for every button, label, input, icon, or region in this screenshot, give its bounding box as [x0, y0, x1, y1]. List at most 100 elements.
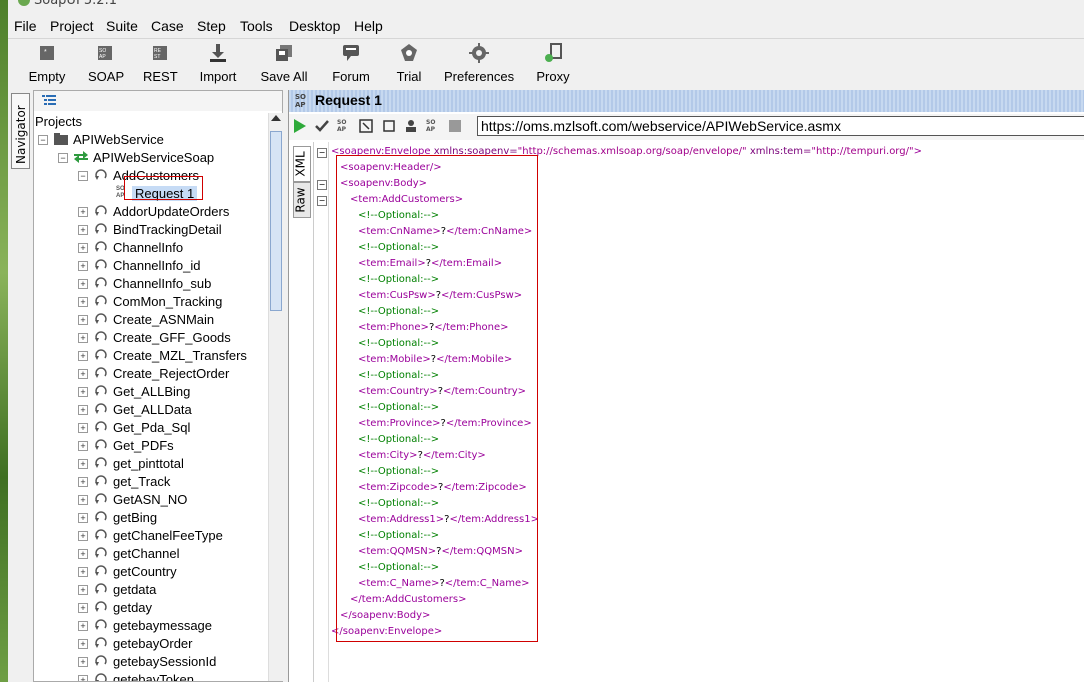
- menu-suite[interactable]: Suite: [106, 18, 138, 34]
- navigator-scrollbar[interactable]: [268, 113, 283, 681]
- expand-toggle[interactable]: +: [78, 387, 88, 397]
- collapse-all-icon[interactable]: [42, 95, 56, 105]
- operation-icon: [95, 259, 107, 270]
- rest-icon: REST: [153, 46, 167, 60]
- menu-file[interactable]: File: [14, 18, 37, 34]
- expand-toggle[interactable]: +: [78, 405, 88, 415]
- scroll-up-arrow[interactable]: [271, 115, 281, 121]
- expand-toggle[interactable]: +: [78, 585, 88, 595]
- operation-icon: [95, 511, 107, 522]
- forum-button[interactable]: Forum: [330, 39, 372, 87]
- expand-toggle[interactable]: +: [78, 513, 88, 523]
- scroll-thumb[interactable]: [270, 131, 282, 311]
- expand-toggle[interactable]: +: [78, 567, 88, 577]
- import-button[interactable]: Import: [196, 39, 240, 87]
- expand-toggle[interactable]: +: [78, 243, 88, 253]
- fold-toggle[interactable]: −: [317, 148, 327, 158]
- menu-step[interactable]: Step: [197, 18, 226, 34]
- expand-toggle[interactable]: +: [78, 621, 88, 631]
- expand-toggle[interactable]: +: [78, 261, 88, 271]
- gear-icon: [469, 43, 489, 63]
- operation-label: ChannelInfo_id: [113, 258, 201, 273]
- expand-toggle[interactable]: +: [78, 477, 88, 487]
- wsdl-icon[interactable]: SO AP: [426, 119, 440, 133]
- validate-icon[interactable]: [315, 119, 329, 133]
- endpoint-url-field[interactable]: https://oms.mzlsoft.com/webservice/APIWe…: [477, 116, 1084, 136]
- forum-label: Forum: [332, 69, 370, 84]
- svg-text:*: *: [44, 49, 47, 56]
- save-all-button[interactable]: Save All: [259, 39, 309, 87]
- highlight-xml-box: [336, 155, 538, 642]
- soap-action-icon[interactable]: SO AP: [337, 119, 351, 133]
- operation-label: Create_RejectOrder: [113, 366, 230, 381]
- tab-raw-label: Raw: [293, 187, 308, 213]
- expand-toggle[interactable]: +: [78, 423, 88, 433]
- format-icon[interactable]: [359, 119, 373, 133]
- proxy-button[interactable]: Proxy: [535, 39, 571, 87]
- expand-toggle[interactable]: +: [78, 531, 88, 541]
- expand-toggle[interactable]: +: [78, 549, 88, 559]
- expand-toggle[interactable]: +: [78, 639, 88, 649]
- collapse-toggle[interactable]: −: [38, 135, 48, 145]
- expand-toggle[interactable]: +: [78, 441, 88, 451]
- operation-label: getChannel: [113, 546, 180, 561]
- operation-label: Get_ALLData: [113, 402, 192, 417]
- navigator-tab[interactable]: Navigator: [11, 93, 30, 169]
- soap-label: SOAP: [88, 69, 125, 84]
- operation-label: Get_ALLBing: [113, 384, 191, 399]
- trial-button[interactable]: Trial: [392, 39, 426, 87]
- proxy-icon: [545, 43, 562, 62]
- forum-icon: [343, 45, 359, 61]
- operation-icon: [95, 475, 107, 486]
- expand-toggle[interactable]: +: [78, 459, 88, 469]
- menu-tools[interactable]: Tools: [240, 18, 273, 34]
- expand-toggle[interactable]: +: [78, 657, 88, 667]
- operation-icon: [95, 439, 107, 450]
- menu-help[interactable]: Help: [354, 18, 383, 34]
- svg-text:ST: ST: [154, 54, 160, 60]
- operation-icon: [95, 367, 107, 378]
- maximize-icon[interactable]: [382, 119, 396, 133]
- expand-toggle[interactable]: +: [78, 603, 88, 613]
- tab-raw[interactable]: Raw: [293, 182, 311, 218]
- tab-xml[interactable]: XML: [293, 146, 311, 182]
- operation-label: getebaySessionId: [113, 654, 217, 669]
- expand-toggle[interactable]: +: [78, 297, 88, 307]
- operation-icon: [95, 331, 107, 342]
- operation-icon: [95, 583, 107, 594]
- expand-toggle[interactable]: +: [78, 351, 88, 361]
- fold-toggle[interactable]: −: [317, 196, 327, 206]
- expand-toggle[interactable]: +: [78, 495, 88, 505]
- expand-toggle[interactable]: +: [78, 315, 88, 325]
- editor-gutter: − − −: [314, 142, 329, 682]
- expand-toggle[interactable]: +: [78, 279, 88, 289]
- run-icon[interactable]: [293, 119, 307, 133]
- empty-button[interactable]: * Empty: [26, 39, 68, 87]
- expand-toggle[interactable]: +: [78, 675, 88, 681]
- operation-icon: [95, 529, 107, 540]
- highlight-request-box: [124, 176, 203, 200]
- operation-label: AddorUpdateOrders: [113, 204, 230, 219]
- proxy-label: Proxy: [536, 69, 570, 84]
- soap-icon: SOAP: [98, 46, 112, 60]
- operation-icon: [95, 349, 107, 360]
- collapse-toggle[interactable]: −: [78, 171, 88, 181]
- stop-icon[interactable]: [448, 119, 462, 133]
- collapse-toggle[interactable]: −: [58, 153, 68, 163]
- request-toolbar: SO AP SO AP https://oms.mzlsoft.com/webser…: [289, 114, 1084, 140]
- menu-case[interactable]: Case: [151, 18, 184, 34]
- operation-label: getebaymessage: [113, 618, 213, 633]
- expand-toggle[interactable]: +: [78, 333, 88, 343]
- operation-icon: [95, 601, 107, 612]
- menu-desktop[interactable]: Desktop: [289, 18, 340, 34]
- expand-toggle[interactable]: +: [78, 225, 88, 235]
- expand-toggle[interactable]: +: [78, 207, 88, 217]
- soap-button[interactable]: SO AP SOAP: [88, 39, 125, 87]
- menu-project[interactable]: Project: [50, 18, 94, 34]
- expand-toggle[interactable]: +: [78, 369, 88, 379]
- fold-toggle[interactable]: −: [317, 180, 327, 190]
- rest-button[interactable]: RE ST REST: [143, 39, 178, 87]
- auth-icon[interactable]: [404, 119, 418, 133]
- project-label: APIWebService: [73, 132, 164, 147]
- preferences-button[interactable]: Preferences: [444, 39, 514, 87]
